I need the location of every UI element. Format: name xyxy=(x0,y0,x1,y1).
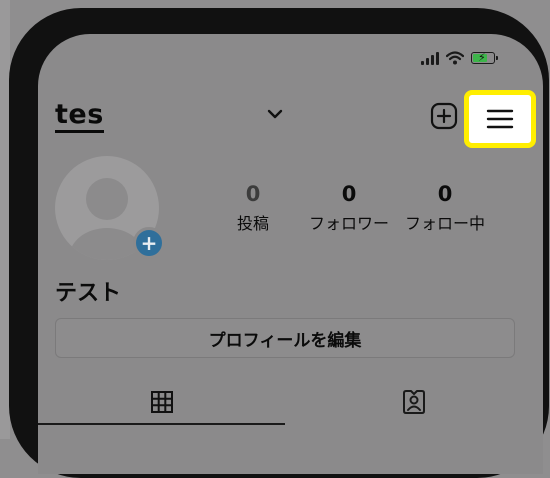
cellular-signal-icon xyxy=(421,51,439,65)
stat-followers[interactable]: 0 フォロワー xyxy=(299,182,399,234)
wifi-icon xyxy=(446,51,464,65)
plus-square-icon[interactable] xyxy=(430,102,458,130)
profile-display-name: テスト xyxy=(55,281,122,306)
tagged-person-icon xyxy=(403,390,425,414)
profile-username[interactable]: tes xyxy=(55,100,104,133)
battery-charging-icon: ⚡ xyxy=(471,51,498,64)
plus-icon[interactable]: + xyxy=(133,227,165,259)
menu-button[interactable] xyxy=(464,90,536,148)
tab-posts-grid[interactable] xyxy=(38,377,285,427)
stat-posts-count: 0 xyxy=(245,182,261,206)
tab-tagged[interactable] xyxy=(285,377,543,427)
active-tab-indicator xyxy=(38,423,285,425)
status-bar: ⚡ xyxy=(421,51,498,65)
phone-frame: ⚡ tes + 0 投稿 0 フォロワー 0 フォロー中 テスト プロフィールを… xyxy=(9,8,549,478)
stat-following-label: フォロー中 xyxy=(404,214,485,233)
stat-followers-label: フォロワー xyxy=(308,214,389,233)
stat-following[interactable]: 0 フォロー中 xyxy=(395,182,495,234)
stat-posts-label: 投稿 xyxy=(236,214,269,233)
hamburger-menu-icon xyxy=(486,109,514,129)
stat-following-count: 0 xyxy=(437,182,453,206)
stat-posts[interactable]: 0 投稿 xyxy=(203,182,303,234)
stat-followers-count: 0 xyxy=(341,182,357,206)
edit-profile-button[interactable]: プロフィールを編集 xyxy=(55,318,515,358)
chevron-down-icon[interactable] xyxy=(267,108,283,120)
grid-icon xyxy=(150,391,173,413)
app-screen: ⚡ tes + 0 投稿 0 フォロワー 0 フォロー中 テスト プロフィールを… xyxy=(38,34,543,474)
